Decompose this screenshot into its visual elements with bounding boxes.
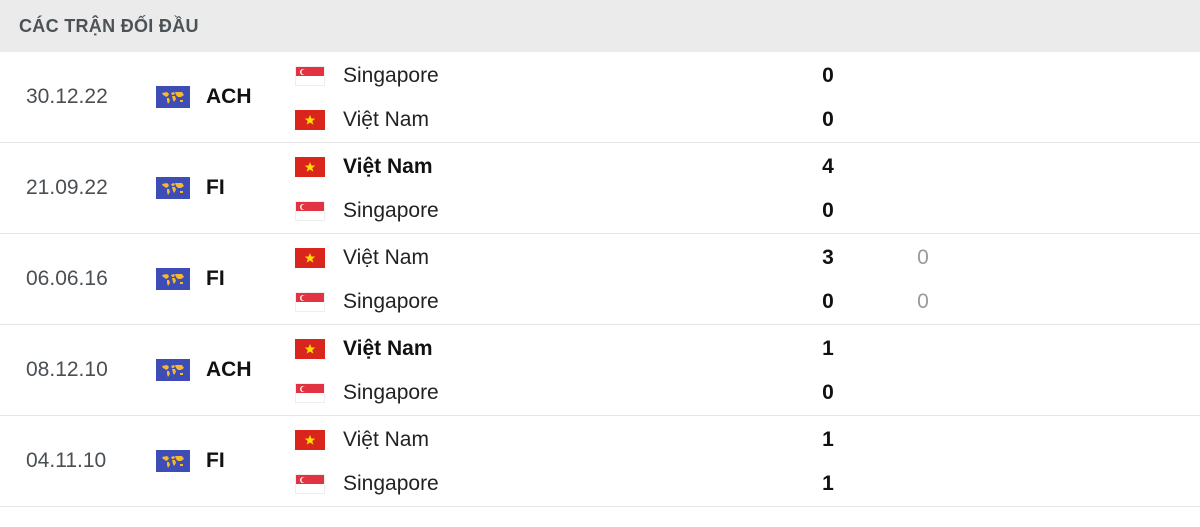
home-team[interactable]: Việt Nam 1: [295, 325, 1200, 370]
match-row[interactable]: 08.12.10 ACH Việt Nam 1 Singapore 0: [0, 325, 1200, 416]
secondary-score: 0: [917, 289, 929, 313]
world-map-icon: [156, 177, 190, 199]
singapore-flag-icon: [295, 473, 325, 494]
team-name: Singapore: [343, 380, 439, 404]
team-name: Việt Nam: [343, 428, 429, 451]
team-score: 1: [822, 471, 834, 495]
home-team[interactable]: Việt Nam 4: [295, 143, 1200, 188]
team-name: Singapore: [343, 471, 439, 495]
away-team[interactable]: Singapore 0: [295, 188, 1200, 233]
world-map-icon: [156, 86, 190, 108]
team-score: 0: [822, 289, 834, 313]
competition[interactable]: ACH: [156, 52, 252, 142]
match-row[interactable]: 04.11.10 FI Việt Nam 1 Singapore 1: [0, 416, 1200, 507]
section-header: CÁC TRẬN ĐỐI ĐẦU: [0, 0, 1200, 52]
team-name: Singapore: [343, 198, 439, 222]
vietnam-flag-icon: [295, 430, 325, 450]
team-name: Việt Nam: [343, 155, 433, 178]
competition-label: FI: [206, 176, 225, 199]
competition-label: FI: [206, 267, 225, 290]
vietnam-flag-icon: [295, 339, 325, 359]
team-score: 1: [822, 337, 834, 360]
away-team[interactable]: Singapore 0: [295, 370, 1200, 415]
match-date: 06.06.16: [26, 267, 108, 290]
world-map-icon: [156, 268, 190, 290]
team-score: 0: [822, 64, 834, 87]
competition[interactable]: FI: [156, 143, 225, 233]
competition[interactable]: FI: [156, 234, 225, 324]
team-score: 0: [822, 198, 834, 222]
singapore-flag-icon: [295, 66, 325, 86]
away-team[interactable]: Singapore 1: [295, 461, 1200, 506]
home-team[interactable]: Việt Nam 3 0: [295, 234, 1200, 279]
match-row[interactable]: 30.12.22 ACH Singapore 0 Việt Nam 0: [0, 52, 1200, 143]
match-row[interactable]: 06.06.16 FI Việt Nam 3 0 Singapore 0 0: [0, 234, 1200, 325]
team-name: Việt Nam: [343, 107, 429, 131]
world-map-icon: [156, 359, 190, 381]
match-date: 08.12.10: [26, 358, 108, 381]
team-score: 0: [822, 107, 834, 131]
team-score: 3: [822, 246, 834, 269]
team-name: Singapore: [343, 64, 439, 87]
team-score: 1: [822, 428, 834, 451]
singapore-flag-icon: [295, 200, 325, 221]
singapore-flag-icon: [295, 291, 325, 312]
match-date: 30.12.22: [26, 85, 108, 108]
team-name: Việt Nam: [343, 337, 433, 360]
team-score: 0: [822, 380, 834, 404]
competition-label: FI: [206, 449, 225, 472]
team-score: 4: [822, 155, 834, 178]
match-date: 04.11.10: [26, 449, 107, 472]
secondary-score: 0: [917, 246, 929, 269]
singapore-flag-icon: [295, 382, 325, 403]
match-list: 30.12.22 ACH Singapore 0 Việt Nam 0 21.0…: [0, 52, 1200, 507]
match-date: 21.09.22: [26, 176, 108, 199]
team-name: Singapore: [343, 289, 439, 313]
vietnam-flag-icon: [295, 109, 325, 130]
match-row[interactable]: 21.09.22 FI Việt Nam 4 Singapore 0: [0, 143, 1200, 234]
world-map-icon: [156, 450, 190, 472]
vietnam-flag-icon: [295, 157, 325, 177]
vietnam-flag-icon: [295, 248, 325, 268]
competition-label: ACH: [206, 358, 252, 381]
away-team[interactable]: Singapore 0 0: [295, 279, 1200, 324]
home-team[interactable]: Singapore 0: [295, 52, 1200, 97]
section-title: CÁC TRẬN ĐỐI ĐẦU: [19, 15, 199, 36]
team-name: Việt Nam: [343, 246, 429, 269]
competition-label: ACH: [206, 85, 252, 108]
competition[interactable]: ACH: [156, 325, 252, 415]
competition[interactable]: FI: [156, 416, 225, 506]
home-team[interactable]: Việt Nam 1: [295, 416, 1200, 461]
away-team[interactable]: Việt Nam 0: [295, 97, 1200, 142]
